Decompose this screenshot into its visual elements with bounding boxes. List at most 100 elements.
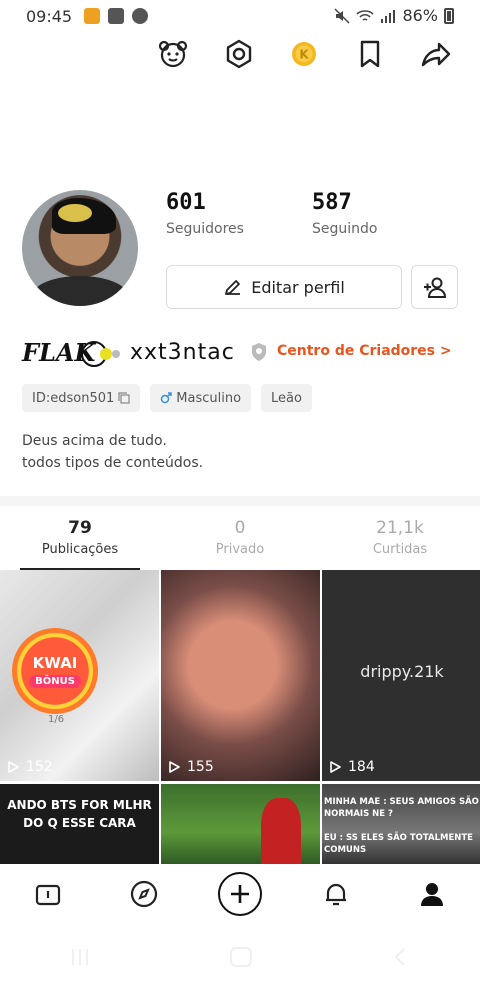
compass-icon	[130, 880, 158, 908]
tab-publicacoes-count: 79	[68, 518, 92, 538]
tab-privado[interactable]: 0 Privado	[160, 512, 320, 568]
bio-line-2: todos tipos de conteúdos.	[22, 455, 204, 471]
avatar[interactable]	[22, 190, 138, 306]
notification-icon-3	[132, 8, 148, 24]
tab-curtidas-label: Curtidas	[372, 542, 428, 557]
followers-count: 601	[166, 190, 206, 215]
tab-privado-count: 0	[234, 518, 246, 538]
avatar-shirt	[32, 276, 128, 306]
post-views: 155	[167, 759, 214, 775]
battery-icon	[444, 7, 454, 24]
post-views-count: 155	[187, 759, 214, 775]
avatar-hair-highlight	[58, 204, 92, 222]
mascot-icon[interactable]	[155, 36, 191, 72]
post-thumbnail[interactable]: KWAI BÔNUS 1/6 152	[0, 570, 159, 781]
following-label: Seguindo	[312, 221, 378, 237]
player-figure	[261, 798, 301, 864]
kwai-bonus-badge[interactable]: KWAI BÔNUS	[12, 628, 98, 714]
plus-icon	[231, 885, 249, 903]
home-button-icon[interactable]	[229, 946, 253, 968]
nav-create[interactable]	[216, 870, 264, 918]
post-thumbnail[interactable]: drippy.21k 184	[322, 570, 480, 781]
add-friend-button[interactable]	[411, 265, 458, 309]
post-views-count: 184	[348, 759, 375, 775]
create-button[interactable]	[218, 872, 262, 916]
badge-count: 1/6	[48, 714, 65, 725]
followers-stat[interactable]: 601 Seguidores	[166, 190, 244, 237]
edit-profile-button[interactable]: Editar perfil	[166, 265, 402, 309]
post-views-count: 152	[26, 759, 53, 775]
mute-icon	[334, 7, 350, 24]
post-overlay-text: ANDO BTS FOR MLHR DO Q ESSE CARA	[7, 798, 152, 830]
tag-zodiac-label: Leão	[271, 390, 302, 406]
bio-line-1: Deus acima de tudo.	[22, 433, 167, 449]
bell-icon	[326, 883, 346, 906]
tab-curtidas-count: 21,1k	[376, 518, 424, 538]
profile-icon	[421, 883, 443, 906]
bio: Deus acima de tudo. todos tipos de conte…	[22, 430, 203, 474]
tab-privado-label: Privado	[215, 542, 265, 557]
recent-apps-icon[interactable]	[69, 947, 91, 967]
tag-id[interactable]: ID:edson501	[22, 384, 141, 412]
edit-profile-label: Editar perfil	[251, 277, 345, 297]
settings-icon[interactable]	[221, 36, 257, 72]
post-views: 152	[6, 759, 53, 775]
following-stat[interactable]: 587 Seguindo	[312, 190, 377, 237]
followers-label: Seguidores	[166, 221, 244, 237]
male-icon	[161, 392, 173, 404]
name-row: FLAK xxt3ntac Centro de Criadores >	[22, 338, 462, 368]
signal-icon	[381, 9, 396, 23]
tab-publicacoes[interactable]: 79 Publicações	[0, 512, 160, 570]
notification-icon-1	[84, 8, 100, 24]
following-count: 587	[312, 190, 352, 215]
post-thumbnail[interactable]	[161, 784, 320, 864]
shield-icon	[252, 343, 266, 361]
home-icon	[35, 884, 61, 906]
pencil-icon	[225, 280, 241, 295]
post-thumbnail[interactable]: ANDO BTS FOR MLHR DO Q ESSE CARA	[0, 784, 159, 864]
battery-percent: 86%	[402, 6, 438, 25]
name-emoji-icon	[81, 341, 120, 367]
post-overlay-text: drippy.21k	[360, 662, 444, 681]
status-time: 09:45	[26, 7, 73, 26]
tab-publicacoes-label: Publicações	[41, 542, 119, 557]
nav-profile[interactable]	[408, 870, 456, 918]
profile-tags: ID:edson501 Masculino Leão	[22, 384, 312, 412]
badge-title: KWAI	[32, 654, 78, 672]
post-thumbnail[interactable]: 155	[161, 570, 320, 781]
display-handle: xxt3ntac	[130, 340, 235, 365]
tag-id-label: ID:edson501	[32, 390, 115, 406]
wifi-icon	[356, 9, 375, 21]
post-overlay-text-2: EU : SS ELES SÃO TOTALMENTE COMUNS	[324, 833, 473, 855]
post-thumbnail[interactable]: MINHA MAE : SEUS AMIGOS SÃO NORMAIS NE ?…	[322, 784, 480, 864]
badge-subtitle: BÔNUS	[29, 675, 81, 688]
add-user-icon	[423, 277, 446, 298]
posts-grid: KWAI BÔNUS 1/6 152 155 drippy.21k 184 AN…	[0, 570, 480, 864]
content-tabs: 79 Publicações 0 Privado 21,1k Curtidas	[0, 512, 480, 570]
notification-icon-2	[108, 8, 124, 24]
post-views: 184	[328, 759, 375, 775]
tag-gender-label: Masculino	[176, 390, 242, 406]
play-icon	[169, 761, 180, 773]
tab-curtidas[interactable]: 21,1k Curtidas	[320, 512, 480, 568]
section-divider	[0, 496, 480, 506]
play-icon	[330, 761, 341, 773]
nav-discover[interactable]	[120, 870, 168, 918]
nav-home[interactable]	[24, 870, 72, 918]
bookmark-icon[interactable]	[352, 36, 388, 72]
creator-center-link[interactable]: Centro de Criadores >	[277, 343, 452, 359]
coin-icon[interactable]: K	[286, 36, 322, 72]
svg-text:K: K	[299, 48, 309, 62]
top-toolbar: K	[0, 34, 480, 74]
share-icon[interactable]	[417, 36, 453, 72]
post-overlay-text: MINHA MAE : SEUS AMIGOS SÃO NORMAIS NE ?	[324, 797, 479, 819]
system-nav	[0, 930, 480, 984]
status-right: 86%	[334, 6, 454, 25]
copy-icon[interactable]	[118, 392, 130, 404]
tag-zodiac: Leão	[261, 384, 312, 412]
status-bar: 09:45 86%	[0, 0, 480, 34]
nav-notifications[interactable]	[312, 870, 360, 918]
back-icon[interactable]	[391, 947, 411, 967]
play-icon	[8, 761, 19, 773]
tag-gender: Masculino	[150, 384, 252, 412]
